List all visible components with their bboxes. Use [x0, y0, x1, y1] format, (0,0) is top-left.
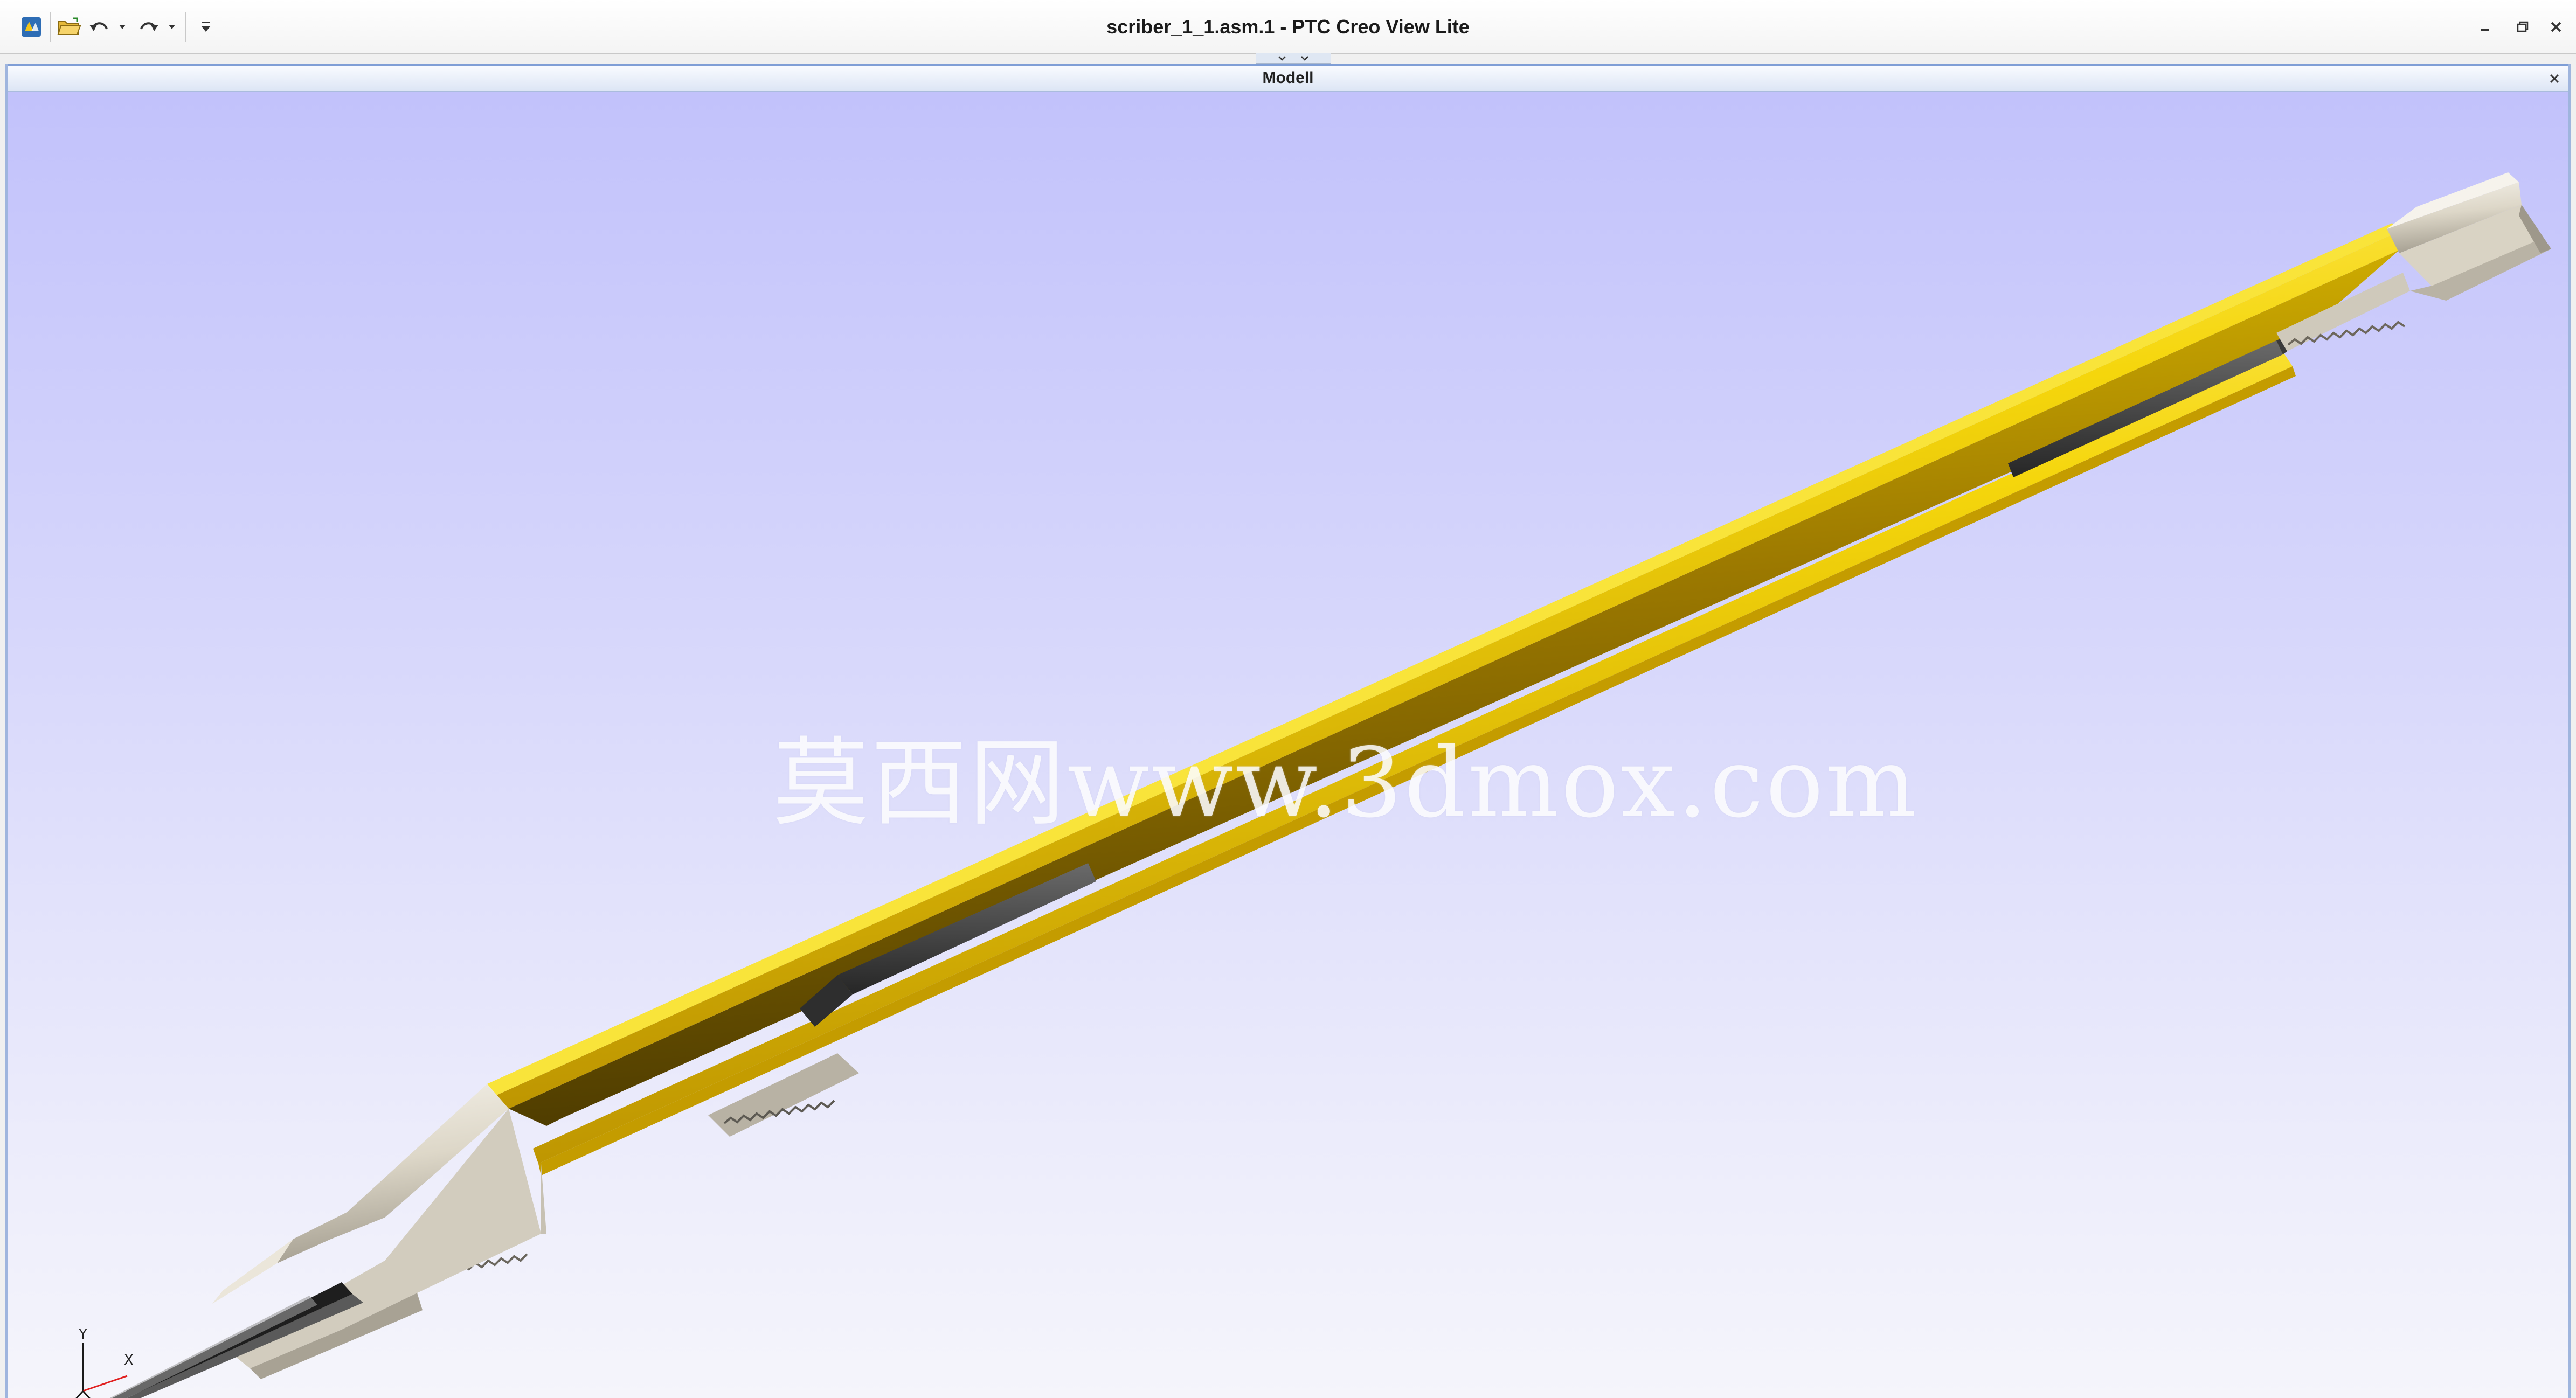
undo-dropdown-icon[interactable]	[116, 12, 128, 42]
minimize-icon[interactable]	[2470, 13, 2499, 41]
axis-x-label: X	[124, 1352, 134, 1368]
ribbon-collapse-tab[interactable]	[1256, 53, 1331, 64]
tube-body	[487, 223, 2399, 1176]
redo-icon[interactable]	[136, 12, 162, 42]
panel-close-icon[interactable]	[2544, 68, 2565, 89]
axis-y-label: Y	[79, 1326, 87, 1343]
window-title: scriber_1_1.asm.1 - PTC Creo View Lite	[1106, 16, 1470, 38]
watermark: 莫西网www.3dmox.com	[773, 727, 1919, 839]
app-logo-icon[interactable]	[16, 12, 46, 42]
rear-cap	[2387, 172, 2551, 301]
close-icon[interactable]	[2542, 13, 2571, 41]
title-bar: scriber_1_1.asm.1 - PTC Creo View Lite	[0, 0, 2576, 54]
restore-icon[interactable]	[2508, 13, 2537, 41]
undo-icon[interactable]	[86, 12, 112, 42]
customize-toolbar-icon[interactable]	[195, 12, 217, 42]
3d-viewport[interactable]: 莫西网www.3dmox.com Y X Z	[8, 92, 2568, 1398]
model-panel-header: Modell	[8, 64, 2568, 92]
panel-title: Modell	[1262, 69, 1314, 87]
chevron-down-icon	[1301, 55, 1308, 61]
redo-dropdown-icon[interactable]	[166, 12, 178, 42]
axis-triad	[75, 1343, 128, 1398]
open-folder-icon[interactable]	[54, 12, 84, 42]
chevron-down-icon	[1278, 55, 1286, 61]
inner-rod	[800, 334, 2296, 1027]
